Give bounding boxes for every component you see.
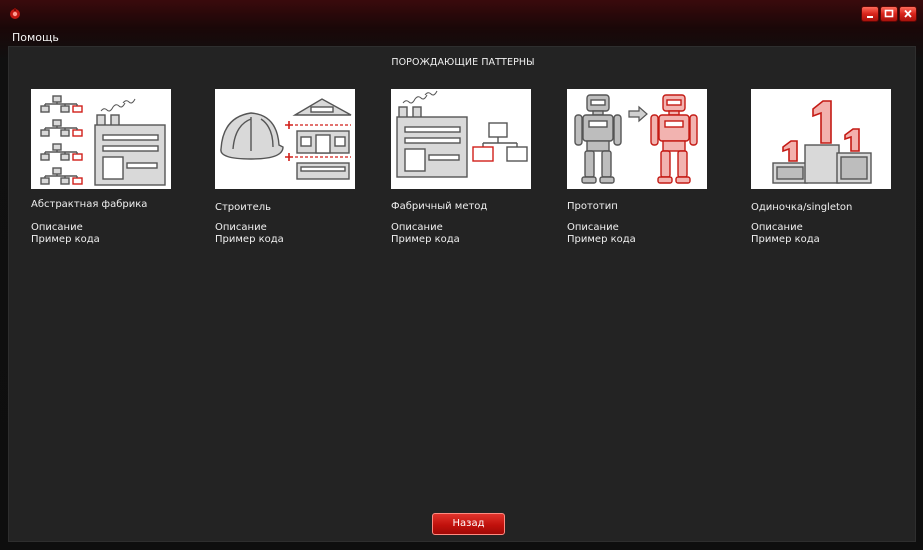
pattern-code-link[interactable]: Пример кода [31, 234, 100, 245]
pattern-code-link[interactable]: Пример кода [751, 234, 820, 245]
singleton-icon [772, 100, 872, 184]
page-title: ПОРОЖДАЮЩИЕ ПАТТЕРНЫ [391, 57, 535, 68]
pattern-description-link[interactable]: Описание [31, 222, 83, 233]
close-icon [904, 9, 912, 18]
pattern-card-prototype: Прототип Описание Пример кода [567, 89, 717, 259]
pattern-title[interactable]: Фабричный метод [391, 201, 487, 212]
menu-bar: Помощь [6, 30, 917, 46]
menu-item-help[interactable]: Помощь [12, 31, 59, 44]
main-panel: ПОРОЖДАЮЩИЕ ПАТТЕРНЫ Абстрактная фабрика… [8, 46, 916, 542]
pattern-image-factory-method[interactable] [391, 89, 531, 189]
app-icon [10, 8, 20, 19]
maximize-icon [884, 9, 894, 18]
minimize-icon [867, 16, 873, 18]
pattern-card-factory-method: Фабричный метод Описание Пример кода [391, 89, 541, 259]
pattern-description-link[interactable]: Описание [215, 222, 267, 233]
pattern-image-abstract-factory[interactable] [31, 89, 171, 189]
title-bar[interactable] [0, 0, 923, 28]
pattern-description-link[interactable]: Описание [391, 222, 443, 233]
maximize-button[interactable] [880, 6, 898, 22]
prototype-icon [574, 94, 698, 184]
pattern-card-abstract-factory: Абстрактная фабрика Описание Пример кода [31, 89, 181, 259]
pattern-code-link[interactable]: Пример кода [391, 234, 460, 245]
pattern-card-singleton: Одиночка/singleton Описание Пример кода [751, 89, 901, 259]
pattern-code-link[interactable]: Пример кода [215, 234, 284, 245]
pattern-image-prototype[interactable] [567, 89, 707, 189]
pattern-description-link[interactable]: Описание [567, 222, 619, 233]
builder-icon [220, 98, 352, 180]
pattern-image-builder[interactable] [215, 89, 355, 189]
pattern-image-singleton[interactable] [751, 89, 891, 189]
pattern-title[interactable]: Прототип [567, 201, 618, 212]
pattern-description-link[interactable]: Описание [751, 222, 803, 233]
factory-method-icon [396, 90, 528, 178]
pattern-title[interactable]: Строитель [215, 202, 271, 213]
pattern-code-link[interactable]: Пример кода [567, 234, 636, 245]
pattern-title[interactable]: Абстрактная фабрика [31, 199, 147, 210]
pattern-card-builder: Строитель Описание Пример кода [215, 89, 365, 259]
back-button[interactable]: Назад [432, 513, 505, 535]
pattern-title[interactable]: Одиночка/singleton [751, 202, 852, 213]
close-button[interactable] [899, 6, 917, 22]
minimize-button[interactable] [861, 6, 879, 22]
abstract-factory-icon [40, 95, 166, 186]
app-window: Помощь ПОРОЖДАЮЩИЕ ПАТТЕРНЫ Абстрактная … [0, 0, 923, 550]
